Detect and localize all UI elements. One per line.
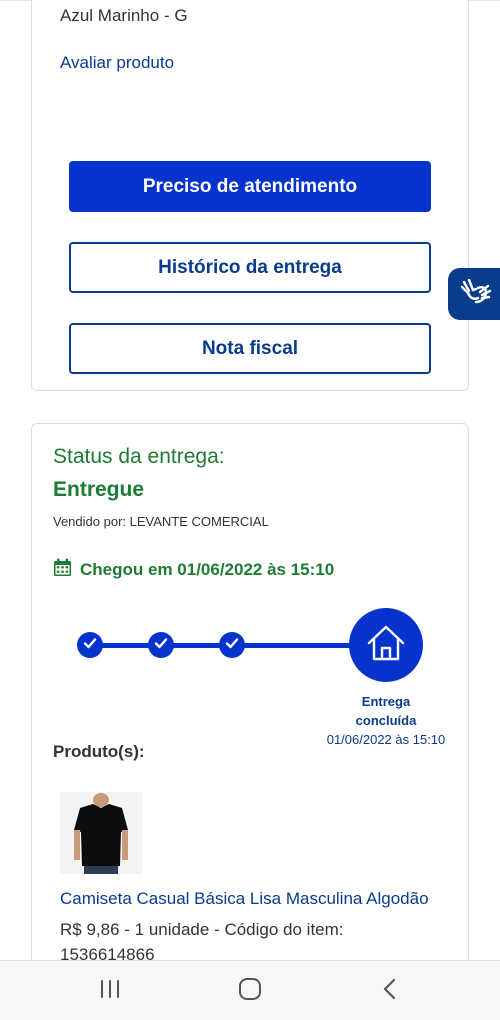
accessibility-libras-button[interactable] bbox=[448, 268, 500, 320]
rate-product-link[interactable]: Avaliar produto bbox=[60, 53, 174, 73]
system-navigation-bar bbox=[0, 960, 500, 1020]
check-icon bbox=[225, 636, 239, 655]
home-nav-button[interactable] bbox=[230, 975, 270, 1007]
tracking-step-1 bbox=[77, 632, 103, 658]
back-nav-button[interactable] bbox=[370, 975, 410, 1007]
product-variant: Azul Marinho - G bbox=[60, 6, 188, 25]
delivery-history-button[interactable]: Histórico da entrega bbox=[69, 242, 431, 293]
delivery-status-value: Entregue bbox=[53, 478, 145, 501]
product-name-link[interactable]: Camiseta Casual Básica Lisa Masculina Al… bbox=[60, 889, 440, 909]
recent-apps-icon bbox=[99, 979, 121, 1004]
delivered-step-caption: Entrega concluída 01/06/2022 às 15:10 bbox=[320, 692, 452, 749]
delivered-step-date: 01/06/2022 às 15:10 bbox=[326, 732, 446, 747]
calendar-icon bbox=[53, 558, 72, 582]
products-title: Produto(s): bbox=[53, 742, 145, 761]
arrival-date-text: Chegou em 01/06/2022 às 15:10 bbox=[80, 560, 335, 579]
arrival-info: Chegou em 01/06/2022 às 15:10 bbox=[53, 558, 334, 582]
need-support-button[interactable]: Preciso de atendimento bbox=[69, 161, 431, 212]
product-thumbnail[interactable] bbox=[60, 792, 142, 874]
delivered-step-title-2: concluída bbox=[355, 713, 417, 728]
invoice-button[interactable]: Nota fiscal bbox=[69, 323, 431, 374]
check-icon bbox=[154, 636, 168, 655]
tracking-step-2 bbox=[148, 632, 174, 658]
sign-language-hands-icon bbox=[458, 274, 494, 315]
check-icon bbox=[83, 636, 97, 655]
house-icon bbox=[366, 623, 406, 668]
delivered-step-title-1: Entrega bbox=[361, 694, 411, 709]
chevron-left-icon bbox=[382, 978, 398, 1005]
seller-info: Vendido por: LEVANTE COMERCIAL bbox=[53, 514, 269, 529]
recent-apps-button[interactable] bbox=[90, 975, 130, 1007]
tracking-step-delivered bbox=[349, 608, 423, 682]
home-circle-icon bbox=[238, 977, 262, 1006]
delivery-status-label: Status da entrega: bbox=[53, 445, 225, 468]
tracking-step-3 bbox=[219, 632, 245, 658]
